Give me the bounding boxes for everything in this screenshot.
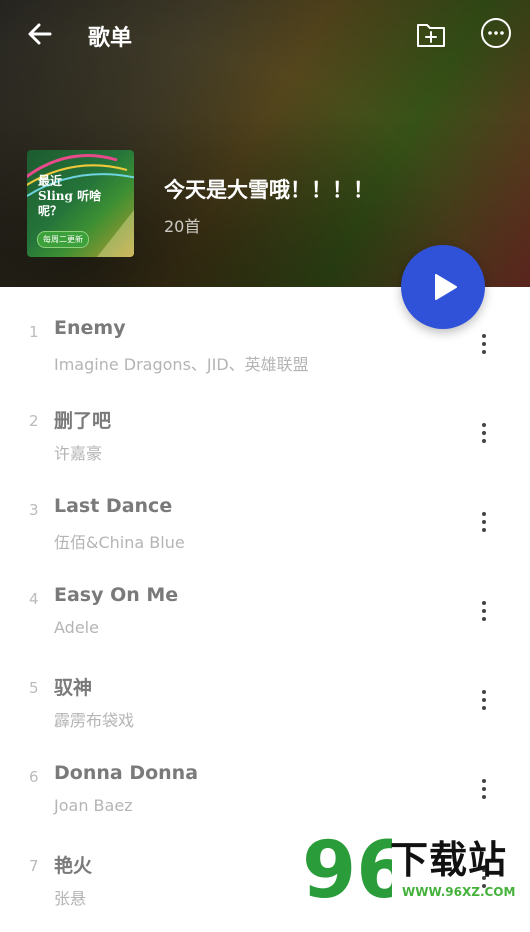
song-title: Last Dance — [54, 495, 173, 517]
song-number: 6 — [29, 768, 39, 786]
play-all-button[interactable] — [401, 245, 485, 329]
song-artist: Adele — [54, 618, 99, 637]
watermark-logo-number: 96 — [302, 826, 392, 908]
kebab-menu-icon[interactable] — [474, 685, 494, 715]
kebab-menu-icon[interactable] — [474, 329, 494, 359]
song-title: Donna Donna — [54, 762, 199, 784]
cover-text-line: 最近 — [38, 174, 63, 188]
cover-text-line: 呢？ — [38, 204, 63, 218]
playlist-cover[interactable]: 最近 Sling 听啥 呢？ 每周二更新 — [27, 150, 134, 257]
song-artist: Joan Baez — [54, 796, 133, 815]
song-title: Easy On Me — [54, 584, 179, 606]
song-number: 3 — [29, 501, 39, 519]
song-row[interactable]: 3 Last Dance 伍佰&China Blue — [0, 487, 530, 576]
cover-text: 最近 Sling 听啥 呢？ — [38, 174, 101, 219]
song-artist: 张悬 — [54, 889, 87, 908]
watermark: 96 下载站 WWW.96XZ.COM — [302, 825, 528, 916]
song-artist: Imagine Dragons、JID、英雄联盟 — [54, 355, 309, 374]
page-title: 歌单 — [88, 26, 133, 51]
song-row[interactable]: 4 Easy On Me Adele — [0, 576, 530, 665]
song-number: 2 — [29, 412, 39, 430]
song-row[interactable]: 2 删了吧许嘉豪 — [0, 398, 530, 487]
song-count: 20首 — [164, 217, 201, 236]
kebab-menu-icon[interactable] — [474, 507, 494, 537]
watermark-url: WWW.96XZ.COM — [402, 885, 516, 899]
watermark-logo: 96 — [302, 826, 411, 916]
song-artist: 霹雳布袋戏 — [54, 711, 135, 730]
kebab-menu-icon[interactable] — [474, 774, 494, 804]
add-folder-icon[interactable] — [414, 17, 448, 51]
song-number: 4 — [29, 590, 39, 608]
song-artist: 伍佰&China Blue — [54, 533, 185, 552]
playlist-name: 今天是大雪哦！！！！ — [164, 178, 374, 202]
song-title: Enemy — [54, 317, 126, 339]
song-title: 艳火 — [54, 855, 93, 877]
watermark-site-name: 下载站 — [390, 838, 508, 882]
song-number: 5 — [29, 679, 39, 697]
cover-text-line: Sling 听啥 — [38, 189, 102, 203]
back-arrow-icon[interactable] — [24, 18, 56, 50]
song-number: 7 — [29, 857, 39, 875]
song-artist: 许嘉豪 — [54, 444, 103, 463]
top-bar: 歌单 — [0, 0, 530, 66]
kebab-menu-icon[interactable] — [474, 418, 494, 448]
more-options-icon[interactable] — [479, 16, 513, 50]
play-icon — [435, 274, 457, 300]
cover-tag: 每周二更新 — [37, 231, 89, 248]
song-title: 删了吧 — [54, 410, 112, 432]
kebab-menu-icon[interactable] — [474, 596, 494, 626]
song-row[interactable]: 5 驭神霹雳布袋戏 — [0, 665, 530, 754]
song-title: 驭神 — [54, 677, 93, 699]
song-number: 1 — [29, 323, 39, 341]
